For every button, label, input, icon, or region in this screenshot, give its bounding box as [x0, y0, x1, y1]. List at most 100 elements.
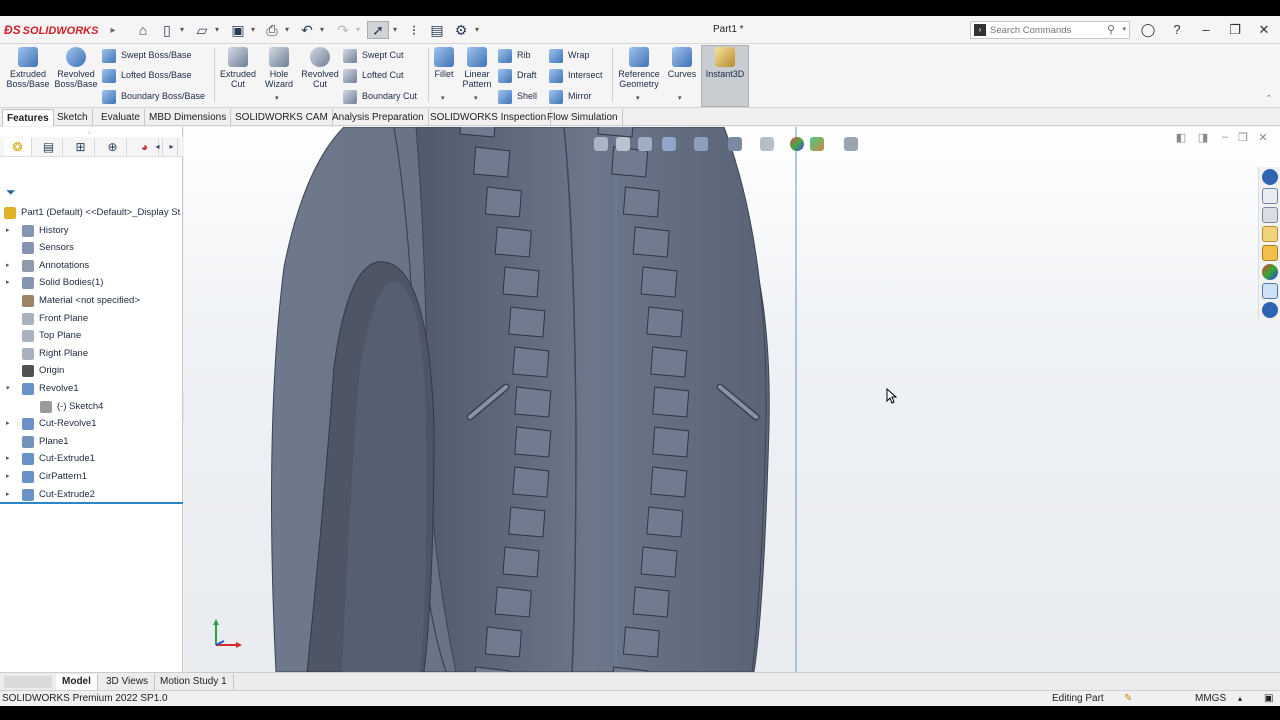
boundary-boss-button[interactable]: Boundary Boss/Base	[102, 87, 205, 105]
expand-toggle-icon[interactable]: ▸	[6, 274, 10, 291]
hole-wizard-dropdown-icon[interactable]: ▾	[275, 94, 279, 102]
rib-button[interactable]: Rib	[498, 46, 531, 64]
swept-cut-button[interactable]: Swept Cut	[343, 46, 404, 64]
solidworks-resources-icon[interactable]	[1262, 169, 1278, 185]
tree-item[interactable]: Origin	[0, 362, 183, 379]
swept-boss-button[interactable]: Swept Boss/Base	[102, 46, 192, 64]
solidworks-forum-icon[interactable]	[1262, 302, 1278, 318]
wrap-button[interactable]: Wrap	[549, 46, 589, 64]
tree-item[interactable]: ▸ Cut-Extrude1	[0, 450, 183, 467]
tree-item[interactable]: Plane1	[0, 433, 183, 450]
tab-solidworks-inspection[interactable]: SOLIDWORKS Inspection	[426, 109, 552, 126]
edit-appearance-icon[interactable]	[790, 137, 804, 151]
open-dropdown-icon[interactable]: ▾	[215, 25, 223, 35]
new-document-icon[interactable]: ▯	[158, 21, 176, 39]
search-commands[interactable]: › ⚲ ▾	[970, 21, 1130, 39]
restore-button[interactable]: ❐	[1225, 20, 1245, 40]
reference-geometry-dropdown-icon[interactable]: ▾	[636, 94, 640, 102]
shell-button[interactable]: Shell	[498, 87, 537, 105]
viewport-tile-icon[interactable]: ◧	[1174, 131, 1188, 145]
print-icon[interactable]: ⎙	[263, 21, 281, 39]
section-view-icon[interactable]	[662, 137, 676, 151]
select-pointer-icon[interactable]: ➚	[367, 21, 389, 39]
design-library-icon[interactable]	[1262, 207, 1278, 223]
configuration-manager-tab-icon[interactable]: ⊞	[67, 138, 95, 156]
tree-item[interactable]: ▸ Cut-Revolve1	[0, 415, 183, 432]
pattern-dropdown-icon[interactable]: ▾	[474, 94, 478, 102]
expand-toggle-icon[interactable]: ▸	[6, 486, 10, 503]
close-button[interactable]: ✕	[1254, 20, 1274, 40]
expand-toggle-icon[interactable]: ▸	[6, 450, 10, 467]
viewport-split-icon[interactable]: ◨	[1196, 131, 1210, 145]
expand-toggle-icon[interactable]: ▸	[6, 415, 10, 432]
rollback-bar[interactable]	[0, 502, 183, 504]
view-settings-icon[interactable]	[844, 137, 858, 151]
expand-toggle-icon[interactable]: ▸	[6, 257, 10, 274]
fillet-dropdown-icon[interactable]: ▾	[441, 94, 445, 102]
unit-system[interactable]: MMGS	[1195, 691, 1226, 706]
user-account-icon[interactable]: ◯	[1138, 20, 1158, 40]
revolved-boss-button[interactable]: Revolved Boss/Base	[52, 47, 100, 89]
expand-toggle-icon[interactable]: ▾	[6, 380, 10, 397]
traffic-light-icon[interactable]: ⁝	[405, 21, 423, 39]
tree-item[interactable]: ▸ Cut-Extrude2	[0, 486, 183, 503]
tab-evaluate[interactable]: Evaluate	[97, 109, 145, 126]
tree-item[interactable]: (-) Sketch4	[0, 398, 183, 415]
tab-mbd-dimensions[interactable]: MBD Dimensions	[145, 109, 232, 126]
file-properties-icon[interactable]: ▤	[428, 21, 446, 39]
appearances-icon[interactable]	[1262, 264, 1278, 280]
hide-show-items-icon[interactable]	[760, 137, 774, 151]
curves-dropdown-icon[interactable]: ▾	[678, 94, 682, 102]
graphics-area[interactable]: ◧ ◨ – ❐ ✕	[184, 127, 1280, 672]
tree-item[interactable]: ▸ Solid Bodies(1)	[0, 274, 183, 291]
save-icon[interactable]: ▣	[229, 21, 247, 39]
print-dropdown-icon[interactable]: ▾	[285, 25, 293, 35]
filter-icon[interactable]: ⏷	[6, 185, 16, 200]
open-folder-icon[interactable]: ▱	[193, 21, 211, 39]
panel-grip-icon[interactable]: ◦	[88, 128, 91, 137]
rebuild-icon[interactable]: ✎	[1124, 691, 1132, 706]
curves-button[interactable]: Curves	[658, 47, 706, 79]
new-dropdown-icon[interactable]: ▾	[180, 25, 188, 35]
view-palette-icon[interactable]	[1262, 245, 1278, 261]
tree-item[interactable]: Sensors	[0, 239, 183, 256]
lofted-boss-button[interactable]: Lofted Boss/Base	[102, 66, 192, 84]
tree-item[interactable]: Right Plane	[0, 345, 183, 362]
ribbon-collapse-icon[interactable]: ⌃	[1266, 94, 1272, 102]
expand-toggle-icon[interactable]: ▸	[6, 468, 10, 485]
custom-properties-icon[interactable]	[1262, 283, 1278, 299]
tree-root-part[interactable]: Part1 (Default) <<Default>_Display St	[0, 204, 183, 221]
tree-item[interactable]: Material <not specified>	[0, 292, 183, 309]
tree-item[interactable]: ▸ Annotations	[0, 257, 183, 274]
undo-dropdown-icon[interactable]: ▾	[320, 25, 328, 35]
options-gear-icon[interactable]: ⚙	[452, 21, 470, 39]
zoom-area-icon[interactable]	[616, 137, 630, 151]
tab-solidworks-cam[interactable]: SOLIDWORKS CAM	[231, 109, 333, 126]
tabs-scroll-left-icon[interactable]: ◂	[153, 138, 163, 156]
tab-model[interactable]: Model	[56, 674, 98, 690]
viewport-restore-icon[interactable]: ❐	[1236, 131, 1250, 145]
tree-item[interactable]: ▸ History	[0, 222, 183, 239]
tree-item[interactable]: Top Plane	[0, 327, 183, 344]
reference-geometry-button[interactable]: Reference Geometry	[615, 47, 663, 89]
file-explorer-icon[interactable]	[1262, 226, 1278, 242]
undo-icon[interactable]: ↶	[298, 21, 316, 39]
magnifier-icon[interactable]: ⚲	[1107, 23, 1115, 36]
property-manager-tab-icon[interactable]: ▤	[35, 138, 63, 156]
menu-expand-icon[interactable]: ▸	[104, 21, 122, 39]
lofted-cut-button[interactable]: Lofted Cut	[343, 66, 404, 84]
linear-pattern-button[interactable]: Linear Pattern	[453, 47, 501, 89]
view-orientation-icon[interactable]	[694, 137, 708, 151]
search-dropdown-icon[interactable]: ▾	[1122, 25, 1126, 33]
tab-flow-simulation[interactable]: Flow Simulation	[543, 109, 623, 126]
expand-toggle-icon[interactable]: ▸	[6, 222, 10, 239]
tree-item[interactable]: Front Plane	[0, 310, 183, 327]
select-dropdown-icon[interactable]: ▾	[393, 25, 401, 35]
minimize-button[interactable]: –	[1196, 20, 1216, 40]
dimxpert-manager-tab-icon[interactable]: ⊕	[99, 138, 127, 156]
search-input[interactable]	[990, 23, 1100, 37]
extruded-boss-button[interactable]: Extruded Boss/Base	[4, 47, 52, 89]
tab-motion-study[interactable]: Motion Study 1	[154, 674, 234, 690]
units-dropdown-icon[interactable]: ▴	[1238, 691, 1242, 706]
tab-features[interactable]: Features	[2, 109, 54, 126]
